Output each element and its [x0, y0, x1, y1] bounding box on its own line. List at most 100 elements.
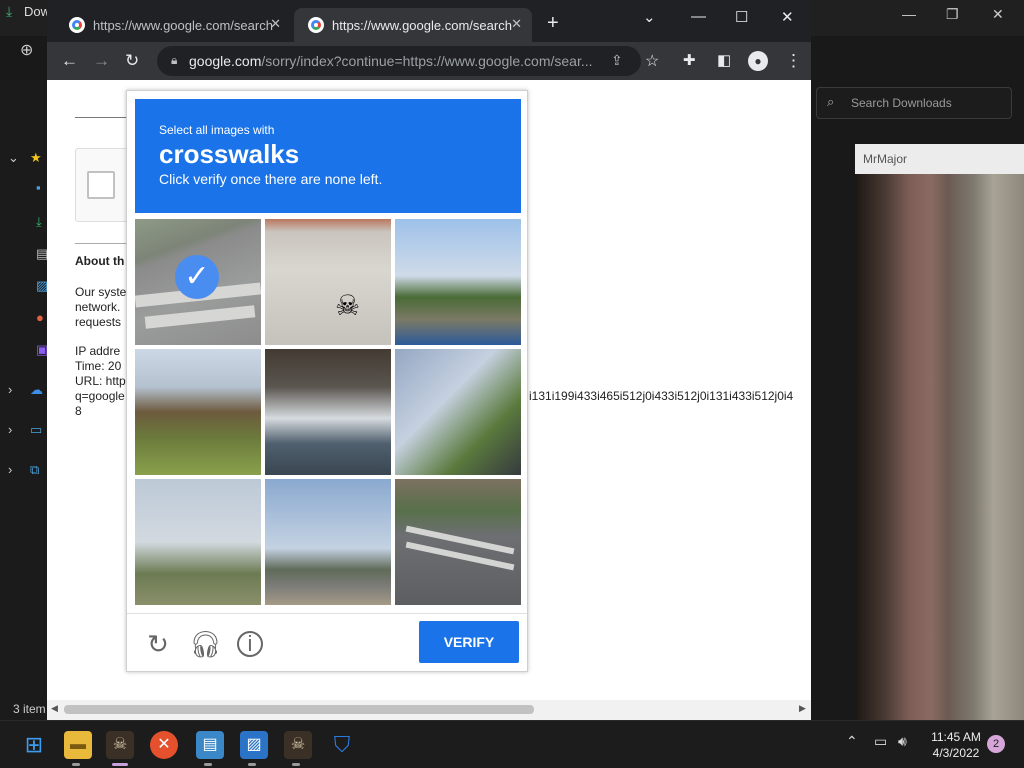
captcha-subtext: Click verify once there are none left.: [159, 171, 383, 187]
desktop-icon[interactable]: ▪: [36, 180, 41, 195]
captcha-instruction: Select all images with: [159, 123, 275, 137]
downloads-icon[interactable]: ⤓: [36, 214, 42, 230]
recaptcha-checkbox[interactable]: [87, 171, 115, 199]
onedrive-icon[interactable]: ☁: [30, 382, 43, 398]
new-tab-icon[interactable]: +: [547, 12, 559, 35]
scroll-thumb[interactable]: [64, 705, 534, 714]
skull-app-icon[interactable]: ☠: [106, 731, 134, 759]
headphones-icon[interactable]: 🎧︎: [189, 629, 222, 659]
body-line: network.: [75, 300, 121, 314]
number-line: 8: [75, 404, 82, 418]
menu-icon[interactable]: ⋮: [785, 51, 802, 71]
scroll-right-icon[interactable]: ▶: [799, 703, 806, 714]
lock-icon: 🔒︎: [171, 53, 178, 67]
minimize-icon[interactable]: —: [902, 6, 916, 22]
search-downloads-input[interactable]: ⌕ Search Downloads: [816, 87, 1012, 119]
close-app-icon[interactable]: ✕: [150, 731, 178, 759]
chevron-right-icon[interactable]: ›: [8, 422, 12, 437]
close-icon[interactable]: ✕: [992, 6, 1004, 23]
mrmajor-window: MrMajor: [855, 144, 1024, 720]
restore-icon[interactable]: ❐: [946, 6, 959, 23]
captcha-header: Select all images with crosswalks Click …: [135, 99, 521, 213]
captcha-tile[interactable]: [395, 219, 521, 345]
verify-button[interactable]: VERIFY: [419, 621, 519, 663]
search-placeholder: Search Downloads: [851, 96, 952, 110]
horizontal-scrollbar[interactable]: ◀ ▶: [47, 700, 811, 720]
side-panel-icon[interactable]: ◧: [717, 51, 731, 69]
divider: [75, 243, 129, 244]
maximize-icon[interactable]: ☐: [735, 8, 748, 26]
captcha-keyword: crosswalks: [159, 139, 300, 169]
clock[interactable]: 11:45 AM 4/3/2022: [926, 729, 986, 761]
this-pc-icon[interactable]: ▭: [30, 422, 42, 438]
indicator: [292, 763, 300, 766]
minimize-icon[interactable]: —: [691, 8, 706, 25]
tab-title: https://www.google.com/search?: [332, 18, 512, 33]
reload-icon[interactable]: ↻: [143, 629, 173, 659]
url-line[interactable]: URL: http: [75, 374, 126, 388]
tab-bar: https://www.google.com/search? ✕ https:/…: [47, 0, 811, 42]
captcha-tile[interactable]: [395, 349, 521, 475]
notepad-icon[interactable]: ▤: [196, 731, 224, 759]
taskbar: ⊞ ▬ ☠ ✕ ▤ ▨ ☠ ⛉ ⌃ ▭ 🔊︎ 11:45 AM 4/3/2022: [0, 720, 1024, 768]
info-icon[interactable]: i: [237, 631, 263, 657]
music-icon[interactable]: ●: [36, 310, 44, 325]
captcha-tile[interactable]: [135, 479, 261, 605]
clock-time: 11:45 AM: [931, 730, 981, 744]
profile-icon[interactable]: ●: [748, 51, 768, 71]
file-explorer-icon[interactable]: ▬: [64, 731, 92, 759]
chevron-right-icon[interactable]: ›: [8, 462, 12, 477]
forward-icon[interactable]: →: [93, 51, 110, 71]
indicator: [72, 763, 80, 766]
tab-1[interactable]: https://www.google.com/search? ✕: [55, 8, 291, 42]
start-icon[interactable]: ⊞: [20, 731, 48, 759]
url-tail: i131i199i433i465i512j0i433i512j0i131i433…: [529, 389, 794, 403]
mrmajor-titlebar: MrMajor: [855, 144, 1024, 174]
tab-search-icon[interactable]: ⌄: [643, 8, 656, 26]
close-icon[interactable]: ✕: [511, 16, 522, 32]
mrmajor-image: [855, 174, 1024, 720]
captcha-tile[interactable]: ✓: [135, 219, 261, 345]
scroll-left-icon[interactable]: ◀: [51, 703, 58, 714]
google-icon: [308, 17, 324, 33]
body-line: requests: [75, 315, 122, 329]
captcha-tile[interactable]: [135, 349, 261, 475]
mrmajor-title: MrMajor: [863, 152, 907, 166]
close-icon[interactable]: ✕: [781, 8, 794, 26]
chevron-right-icon[interactable]: ›: [8, 382, 12, 397]
back-icon[interactable]: ←: [61, 51, 78, 71]
shield-icon[interactable]: ⛉: [328, 731, 356, 759]
tab-title: https://www.google.com/search?: [93, 18, 273, 33]
new-icon[interactable]: ⊕: [20, 40, 33, 60]
share-icon[interactable]: ⇪: [611, 52, 623, 69]
download-icon: ⤓: [6, 3, 13, 19]
chevron-down-icon[interactable]: ⌄: [8, 150, 19, 166]
photos-icon[interactable]: ▨: [240, 731, 268, 759]
query-line: q=google: [75, 389, 125, 403]
url-text: google.com/sorry/index?continue=https://…: [189, 53, 593, 69]
bookmark-star-icon[interactable]: ☆: [645, 51, 659, 71]
body-line: Our syste: [75, 285, 127, 299]
close-icon[interactable]: ✕: [270, 16, 281, 32]
clock-date: 4/3/2022: [932, 746, 980, 760]
captcha-tile[interactable]: [265, 349, 391, 475]
search-icon: ⌕: [827, 94, 835, 109]
volume-icon[interactable]: 🔊︎: [898, 733, 907, 750]
tab-2[interactable]: https://www.google.com/search? ✕: [294, 8, 532, 42]
captcha-tile[interactable]: [395, 479, 521, 605]
captcha-tile[interactable]: [265, 479, 391, 605]
reload-icon[interactable]: ↻: [125, 51, 139, 71]
skull-app-icon[interactable]: ☠: [284, 731, 312, 759]
indicator: [112, 763, 128, 766]
about-heading: About th: [75, 254, 125, 268]
network-icon[interactable]: ▭: [874, 733, 887, 750]
star-icon[interactable]: ★: [30, 150, 42, 166]
chevron-up-icon[interactable]: ⌃: [846, 733, 858, 750]
notification-badge[interactable]: 2: [987, 735, 1005, 753]
extensions-icon[interactable]: ✚: [683, 51, 696, 69]
captcha-tile[interactable]: ☠: [265, 219, 391, 345]
divider: [127, 613, 527, 614]
address-bar[interactable]: 🔒︎ google.com/sorry/index?continue=https…: [157, 46, 641, 76]
network-icon[interactable]: ⧉: [30, 462, 39, 478]
google-icon: [69, 17, 85, 33]
